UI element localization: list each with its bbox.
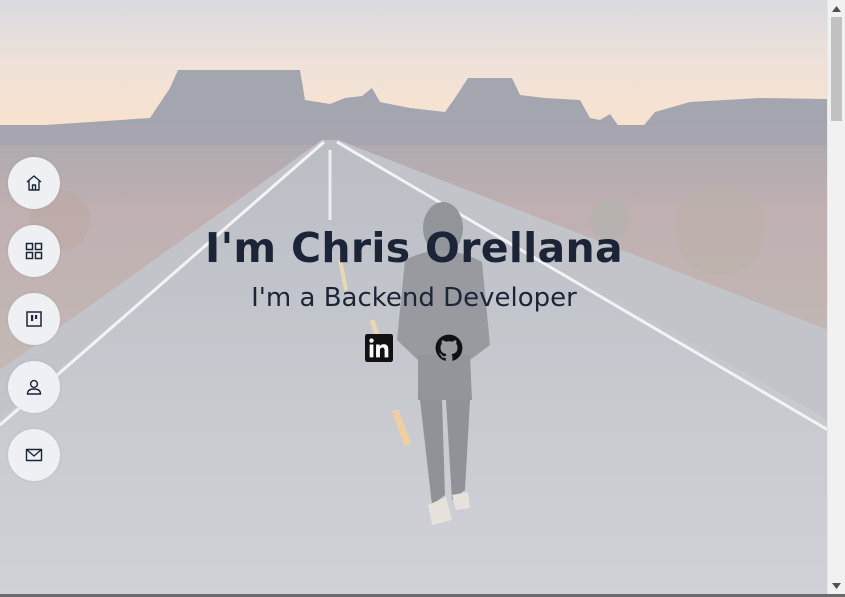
linkedin-link[interactable] [365,334,393,362]
linkedin-icon [365,334,393,362]
triangle-down-icon [832,582,841,589]
scroll-up-arrow[interactable] [828,0,845,17]
side-navigation [8,157,60,497]
triangle-up-icon [832,5,841,12]
hero-title: I'm Chris Orellana [205,224,623,272]
nav-portfolio-button[interactable] [8,293,60,345]
hero-section: I'm Chris Orellana I'm a Backend Develop… [0,0,828,594]
user-icon [26,379,42,395]
grid-icon [25,242,43,260]
nav-home-button[interactable] [8,157,60,209]
mail-icon [25,448,43,462]
vertical-scrollbar[interactable] [827,0,845,594]
github-icon [435,334,463,361]
browser-viewport: I'm Chris Orellana I'm a Backend Develop… [0,0,845,597]
scrollbar-thumb[interactable] [831,17,842,121]
nav-grid-button[interactable] [8,225,60,277]
nav-about-button[interactable] [8,361,60,413]
scroll-down-arrow[interactable] [828,577,845,594]
social-links [0,334,828,362]
github-link[interactable] [435,334,463,362]
hero-subtitle: I'm a Backend Developer [251,283,577,313]
nav-contact-button[interactable] [8,429,60,481]
home-icon [26,175,42,191]
portfolio-icon [26,311,42,327]
hero-content: I'm Chris Orellana I'm a Backend Develop… [0,222,828,362]
